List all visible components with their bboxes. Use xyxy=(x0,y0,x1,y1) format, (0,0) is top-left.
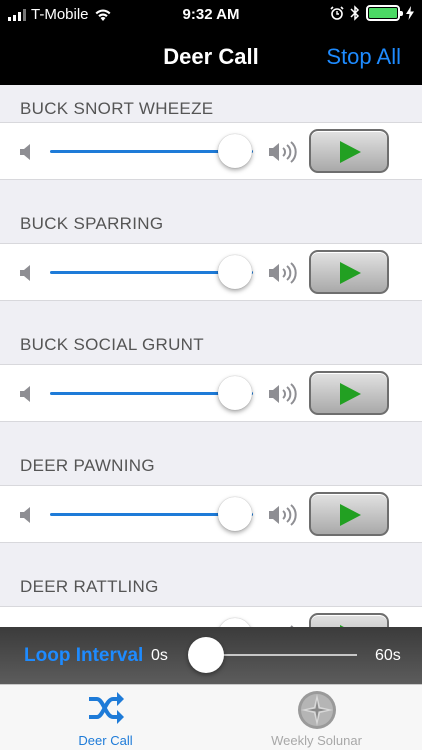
status-bar: T-Mobile 9:32 AM xyxy=(0,0,422,30)
volume-slider[interactable] xyxy=(50,607,253,627)
loop-slider-track xyxy=(205,654,357,656)
section-header: DEER PAWNING xyxy=(20,456,155,475)
loop-interval-slider[interactable] xyxy=(187,627,357,684)
play-button[interactable] xyxy=(309,129,389,173)
play-icon xyxy=(340,383,361,405)
loop-interval-bar: Loop Interval 0s 60s xyxy=(0,627,422,684)
sound-row xyxy=(0,243,422,301)
sound-row xyxy=(0,122,422,180)
play-button[interactable] xyxy=(309,613,389,627)
stop-all-button[interactable]: Stop All xyxy=(326,44,401,70)
status-right xyxy=(330,5,414,21)
loop-slider-thumb[interactable] xyxy=(187,637,224,673)
tab-deer-call[interactable]: Deer Call xyxy=(0,685,211,750)
volume-high-icon xyxy=(269,504,297,526)
play-button[interactable] xyxy=(309,250,389,294)
volume-high-icon xyxy=(269,262,297,284)
alarm-icon xyxy=(330,6,344,20)
loop-max-label: 60s xyxy=(375,647,401,664)
tab-label: Weekly Solunar xyxy=(271,733,362,748)
tab-bar: Deer Call Weekly Solunar xyxy=(0,684,422,750)
charging-icon xyxy=(406,6,414,20)
volume-slider-thumb[interactable] xyxy=(217,497,252,531)
loop-min-label: 0s xyxy=(151,647,168,664)
volume-high-icon xyxy=(269,383,297,405)
volume-slider[interactable] xyxy=(50,244,253,302)
play-icon xyxy=(340,141,361,163)
volume-slider-thumb[interactable] xyxy=(217,618,252,627)
bluetooth-icon xyxy=(350,5,360,21)
loop-interval-label: Loop Interval xyxy=(24,645,144,666)
play-icon xyxy=(340,262,361,284)
tab-label: Deer Call xyxy=(78,733,133,748)
nav-bar: Deer Call Stop All xyxy=(0,30,422,85)
section-header: BUCK SOCIAL GRUNT xyxy=(20,335,204,354)
section-header: BUCK SPARRING xyxy=(20,214,164,233)
volume-slider-thumb[interactable] xyxy=(217,255,252,289)
sound-row xyxy=(0,364,422,422)
sound-list[interactable]: BUCK SNORT WHEEZE BUCK SPARRING BUCK SOCIA… xyxy=(0,85,422,627)
section-header: DEER RATTLING xyxy=(20,577,159,596)
play-button[interactable] xyxy=(309,371,389,415)
volume-slider[interactable] xyxy=(50,365,253,423)
sound-row xyxy=(0,485,422,543)
volume-low-icon xyxy=(20,507,30,523)
volume-slider-thumb[interactable] xyxy=(217,376,252,410)
shuffle-icon xyxy=(88,692,124,724)
battery-icon xyxy=(366,5,403,21)
volume-low-icon xyxy=(20,144,30,160)
play-icon xyxy=(340,504,361,526)
volume-low-icon xyxy=(20,386,30,402)
volume-low-icon xyxy=(20,265,30,281)
compass-icon xyxy=(297,691,336,729)
sound-row xyxy=(0,606,422,627)
volume-slider-thumb[interactable] xyxy=(217,134,252,168)
volume-slider[interactable] xyxy=(50,123,253,181)
volume-slider[interactable] xyxy=(50,486,253,544)
play-button[interactable] xyxy=(309,492,389,536)
volume-high-icon xyxy=(269,141,297,163)
section-header: BUCK SNORT WHEEZE xyxy=(20,99,214,118)
tab-weekly-solunar[interactable]: Weekly Solunar xyxy=(211,685,422,750)
